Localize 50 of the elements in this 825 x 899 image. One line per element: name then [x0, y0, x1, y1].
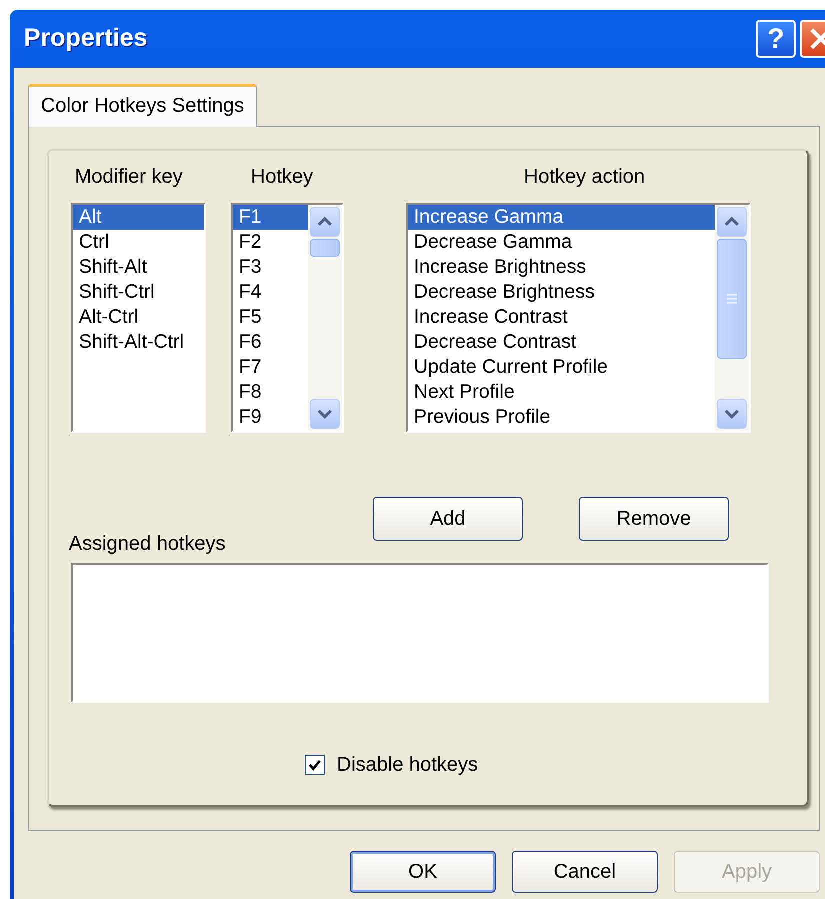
- list-item[interactable]: Shift-Alt: [73, 255, 204, 280]
- scroll-thumb[interactable]: [717, 239, 747, 359]
- list-item[interactable]: Shift-Ctrl: [73, 280, 204, 305]
- action-button[interactable]: Remove: [579, 497, 729, 541]
- list-item[interactable]: F4: [233, 280, 308, 305]
- list-box[interactable]: F1 F2 F3 F4 F5 F6 F7 F8 F9: [231, 203, 344, 433]
- scroll-down-button[interactable]: [310, 399, 340, 429]
- list-label: Hotkey action: [524, 165, 646, 189]
- list-item[interactable]: Decrease Gamma: [408, 230, 715, 255]
- check-icon: [308, 758, 322, 772]
- list-item[interactable]: Decrease Contrast: [408, 330, 715, 355]
- list-item[interactable]: Alt: [73, 205, 204, 230]
- grip-icon: [726, 294, 738, 304]
- list-item[interactable]: F8: [233, 380, 308, 405]
- list-item[interactable]: Increase Contrast: [408, 305, 715, 330]
- list-item[interactable]: F9: [233, 405, 308, 430]
- list-item[interactable]: Update Current Profile: [408, 355, 715, 380]
- list-box[interactable]: Increase Gamma Decrease Gamma Increase Brightness Decrease Brightness Increase Contrast Decrease Contrast Update Current Profile Next Profile Previous Profile: [406, 203, 751, 433]
- tab[interactable]: Color Hotkeys Settings: [28, 84, 258, 127]
- disable-hotkeys-checkbox[interactable]: [305, 755, 325, 775]
- list-item[interactable]: Ctrl: [73, 230, 204, 255]
- list-item[interactable]: Increase Gamma: [408, 205, 715, 230]
- list-item[interactable]: F2: [233, 230, 308, 255]
- scroll-down-button[interactable]: [717, 399, 747, 429]
- list-box[interactable]: Alt Ctrl Shift-Alt Shift-Ctrl Alt-Ctrl Shift-Alt-Ctrl: [71, 203, 206, 433]
- action-button[interactable]: Add: [373, 497, 523, 541]
- scrollbar[interactable]: [715, 205, 749, 431]
- list-item[interactable]: Increase Brightness: [408, 255, 715, 280]
- scroll-up-button[interactable]: [717, 207, 747, 237]
- list-item[interactable]: F6: [233, 330, 308, 355]
- list-item[interactable]: Decrease Brightness: [408, 280, 715, 305]
- list-item[interactable]: F5: [233, 305, 308, 330]
- dialog-button[interactable]: Cancel: [512, 851, 658, 893]
- list-item[interactable]: F7: [233, 355, 308, 380]
- dialog-button[interactable]: OK: [350, 851, 496, 893]
- list-item[interactable]: F1: [233, 205, 308, 230]
- scroll-thumb[interactable]: [310, 239, 340, 257]
- list-item[interactable]: Next Profile: [408, 380, 715, 405]
- window-title: Properties: [24, 23, 149, 54]
- assigned-hotkeys-label: Assigned hotkeys: [69, 533, 226, 555]
- list-label: Modifier key: [75, 165, 183, 189]
- list-item[interactable]: Previous Profile: [408, 405, 715, 430]
- scroll-up-button[interactable]: [310, 207, 340, 237]
- list-label: Hotkey: [251, 165, 314, 189]
- list-item[interactable]: F3: [233, 255, 308, 280]
- disable-hotkeys-label: Disable hotkeys: [337, 753, 478, 777]
- help-button[interactable]: ?: [756, 20, 796, 58]
- scrollbar[interactable]: [308, 205, 342, 431]
- list-item[interactable]: Shift-Alt-Ctrl: [73, 330, 204, 355]
- list-item[interactable]: Alt-Ctrl: [73, 305, 204, 330]
